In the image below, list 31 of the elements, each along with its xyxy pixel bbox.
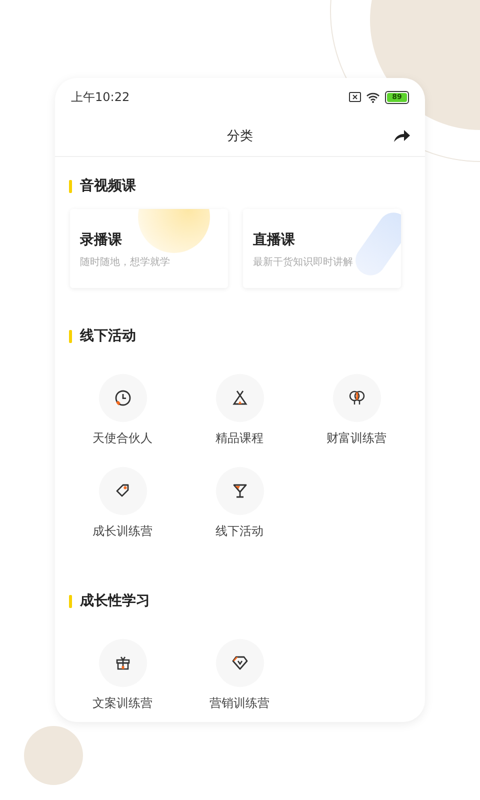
category-label: 精品课程	[216, 431, 264, 446]
category-label: 文案训练营	[92, 696, 152, 711]
no-sim-icon	[349, 92, 361, 102]
course-card[interactable]: 直播课 最新干货知识即时讲解	[243, 209, 401, 288]
section-title: 线下活动	[80, 327, 136, 345]
wifi-icon	[366, 92, 380, 102]
share-icon	[393, 128, 411, 144]
status-time: 上午10:22	[71, 88, 130, 106]
card-subtitle: 最新干货知识即时讲解	[253, 256, 354, 269]
category-label: 营销训练营	[210, 696, 270, 711]
category-icon	[112, 388, 132, 408]
category-label: 成长训练营	[92, 524, 152, 539]
category-button[interactable]	[332, 374, 380, 422]
category-button[interactable]	[216, 374, 264, 422]
category-button[interactable]	[216, 639, 264, 687]
page-title: 分类	[227, 128, 253, 145]
category-button[interactable]	[98, 374, 146, 422]
accent-bar	[69, 594, 72, 608]
course-card[interactable]: 录播课 随时随地，想学就学	[70, 209, 228, 288]
category-button[interactable]	[98, 639, 146, 687]
card-title: 直播课	[253, 231, 296, 249]
share-button[interactable]	[393, 128, 411, 144]
accent-bar	[69, 180, 72, 192]
section-title: 音视频课	[80, 177, 136, 195]
category-label: 财富训练营	[326, 431, 386, 446]
card-subtitle: 随时随地，想学就学	[80, 256, 171, 269]
section-title: 成长性学习	[80, 592, 150, 610]
category-label: 线下活动	[216, 524, 264, 539]
category-label: 天使合伙人	[92, 431, 152, 446]
card-title: 录播课	[80, 231, 123, 249]
accent-bar	[69, 330, 72, 342]
